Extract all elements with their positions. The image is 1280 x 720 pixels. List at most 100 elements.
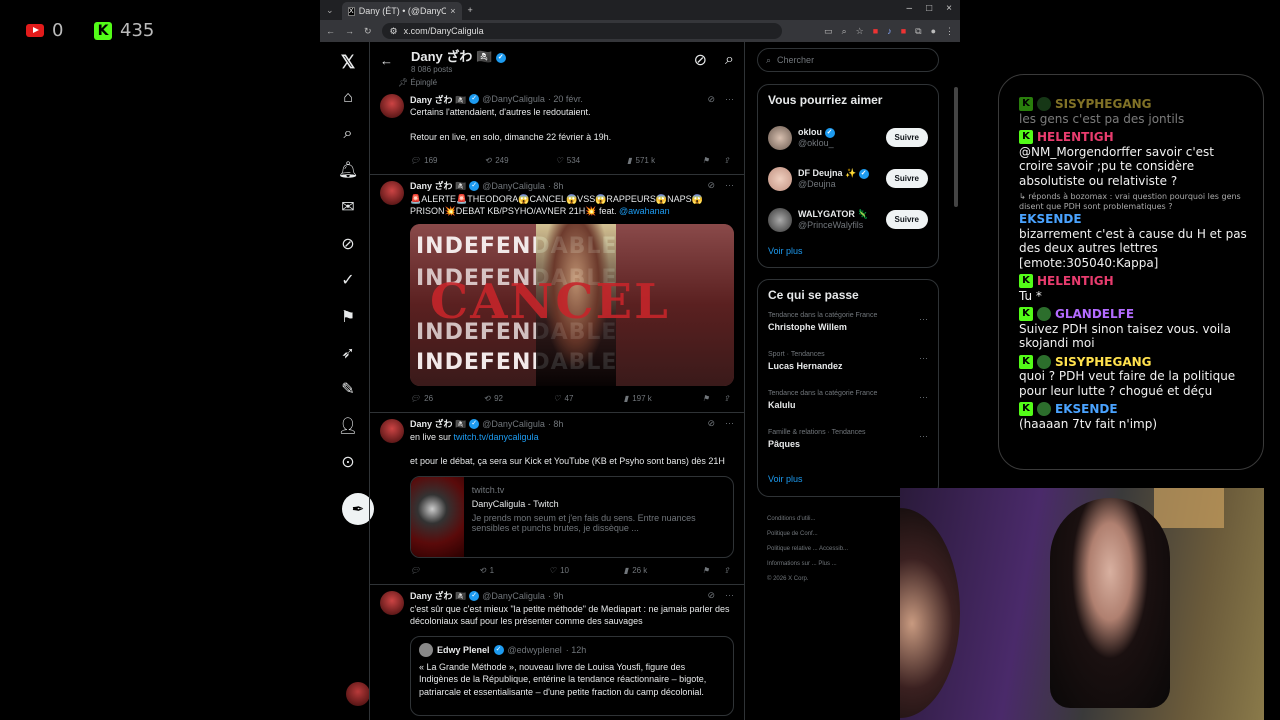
tweet-more-icon[interactable]: ··· xyxy=(725,94,734,105)
scrollbar[interactable] xyxy=(954,87,958,207)
twitch-link[interactable]: twitch.tv/danycaligula xyxy=(454,432,539,442)
tweet[interactable]: Dany ざわ 🏴‍☠️ ✓ @DanyCaligula · 8h ⊘ ··· e… xyxy=(370,413,744,585)
bookmark-icon[interactable]: ⚑ xyxy=(702,394,709,403)
tweet-more-icon[interactable]: ··· xyxy=(725,418,734,429)
site-info-icon[interactable]: ⚙ xyxy=(390,26,398,37)
communities-icon[interactable]: ✓ xyxy=(330,266,366,294)
zoom-icon[interactable]: ⌕ xyxy=(842,26,847,37)
home-icon[interactable]: ⌂ xyxy=(330,84,366,112)
tweet-time[interactable]: · 8h xyxy=(548,181,564,191)
tweet-avatar[interactable] xyxy=(380,180,404,205)
extensions-icon[interactable]: ⧉ xyxy=(915,26,921,37)
share-icon[interactable]: ⇪ xyxy=(723,566,730,575)
tweet-image[interactable]: INDEFENDABLE INDEFENDABLE INDEFENDABLE I… xyxy=(410,223,734,386)
follow-button[interactable]: Suivre xyxy=(885,210,928,229)
back-icon[interactable]: ← xyxy=(326,26,335,36)
tweet[interactable]: Dany ざわ 🏴‍☠️ ✓ @DanyCaligula · 9h ⊘ ··· c… xyxy=(370,585,744,720)
menu-icon[interactable]: ⋮ xyxy=(945,26,954,37)
bookmarks-icon[interactable]: ⚑ xyxy=(330,303,366,331)
extension-audio-icon[interactable]: ♪ xyxy=(887,26,892,37)
extension-red-icon[interactable]: ■ xyxy=(901,26,906,37)
footer-link[interactable]: Informations sur ... Plus ... xyxy=(767,557,848,572)
profile-person-icon[interactable]: 👤︎ xyxy=(330,412,366,440)
quoted-tweet[interactable]: Edwy Plenel ✓ @edwyplenel · 12h « La Gra… xyxy=(410,635,734,716)
jobs-rocket-icon[interactable]: ➶ xyxy=(330,339,366,367)
reload-icon[interactable]: ↻ xyxy=(364,26,372,37)
profile-search-icon[interactable]: ⌕ xyxy=(725,51,734,69)
repost-button[interactable]: ⟲ 249 xyxy=(485,156,509,165)
follow-button[interactable]: Suivre xyxy=(885,128,928,147)
messages-envelope-icon[interactable]: ✉ xyxy=(330,193,366,221)
tweet-time[interactable]: · 9h xyxy=(548,591,564,601)
grok-summarize-icon[interactable]: ⊘ xyxy=(694,50,707,70)
forward-icon[interactable]: → xyxy=(345,26,354,36)
notifications-bell-icon[interactable]: 🔔︎ xyxy=(330,156,366,184)
trend-more-icon[interactable]: ··· xyxy=(919,353,928,363)
search-input[interactable]: ⌕ Chercher xyxy=(757,48,939,72)
tweet[interactable]: Dany ざわ 🏴‍☠️ ✓ @DanyCaligula · 8h ⊘ ··· 🚨… xyxy=(370,175,744,413)
trend-more-icon[interactable]: ··· xyxy=(919,314,928,324)
footer-link[interactable]: Politique relative ... Accessib... xyxy=(767,542,848,557)
tweet-avatar[interactable] xyxy=(380,94,404,118)
grok-icon[interactable]: ⊘ xyxy=(707,590,715,601)
url-field[interactable]: ⚙ x.com/DanyCaligula xyxy=(381,23,782,39)
tweet-avatar[interactable] xyxy=(380,590,404,615)
trend-more-icon[interactable]: ··· xyxy=(919,431,928,441)
share-icon[interactable]: ⇪ xyxy=(723,156,730,165)
tweet-more-icon[interactable]: ··· xyxy=(725,590,734,601)
like-button[interactable]: ♡ 10 xyxy=(549,566,569,575)
grok-icon[interactable]: ⊘ xyxy=(707,418,715,429)
close-window-icon[interactable]: × xyxy=(946,3,952,14)
articles-icon[interactable]: ✎ xyxy=(330,375,366,403)
mention-link[interactable]: @awahanan xyxy=(619,206,670,216)
cast-icon[interactable]: ▭ xyxy=(824,26,833,37)
trend-item[interactable]: Tendance dans la catégorie France Kalulu ·… xyxy=(768,390,928,429)
see-more-link[interactable]: Voir plus xyxy=(768,474,928,484)
repost-button[interactable]: ⟲ 92 xyxy=(483,394,503,403)
like-button[interactable]: ♡ 534 xyxy=(556,156,581,165)
trend-item[interactable]: Sport · Tendances Lucas Hernandez ··· xyxy=(768,351,928,390)
reply-button[interactable]: 💬︎ xyxy=(410,566,424,575)
footer-link[interactable]: Politique de Conf... xyxy=(767,527,848,542)
back-arrow-icon[interactable]: ← xyxy=(380,53,393,68)
trend-more-icon[interactable]: ··· xyxy=(919,392,928,402)
bookmark-icon[interactable]: ⚑ xyxy=(702,156,709,165)
tab-x-profile[interactable]: X Dany (ÉT) • (@DanyCaligula) × xyxy=(341,2,462,20)
tweet-handle[interactable]: @DanyCaligula xyxy=(482,94,545,104)
extension-pdf-icon[interactable]: ■ xyxy=(873,26,878,37)
share-icon[interactable]: ⇪ xyxy=(723,394,730,403)
views-button[interactable]: ▮ 197 k xyxy=(624,394,652,403)
tweet-author-name[interactable]: Dany ざわ 🏴‍☠️ xyxy=(410,417,466,430)
reply-button[interactable]: 💬︎ 26 xyxy=(410,394,433,403)
more-icon[interactable]: ⊙ xyxy=(330,448,366,476)
tab-list-icon[interactable]: ⌄ xyxy=(326,5,334,16)
x-logo-icon[interactable]: 𝕏 xyxy=(330,48,366,76)
like-button[interactable]: ♡ 47 xyxy=(553,394,573,403)
tweet-more-icon[interactable]: ··· xyxy=(725,180,734,191)
views-button[interactable]: ▮ 571 k xyxy=(627,156,655,165)
minimize-icon[interactable]: – xyxy=(907,3,913,14)
tweet-author-name[interactable]: Dany ざわ 🏴‍☠️ xyxy=(410,93,466,106)
tweet-time[interactable]: · 20 févr. xyxy=(548,94,583,104)
profile-icon[interactable]: ● xyxy=(931,26,936,37)
trend-item[interactable]: Tendance dans la catégorie France Christo… xyxy=(768,312,928,351)
bookmark-icon[interactable]: ⚑ xyxy=(702,566,709,575)
follow-suggestion[interactable]: DF Deujna ✨ ✓ @Deujna Suivre xyxy=(768,158,928,199)
explore-search-icon[interactable]: ⌕ xyxy=(330,120,366,148)
grok-icon[interactable]: ⊘ xyxy=(707,180,715,191)
link-card[interactable]: twitch.tv DanyCaligula - Twitch Je prend… xyxy=(410,475,734,558)
new-tab-icon[interactable]: + xyxy=(468,5,473,15)
tweet-handle[interactable]: @DanyCaligula xyxy=(482,591,545,601)
views-button[interactable]: ▮ 26 k xyxy=(624,566,648,575)
tweet-author-name[interactable]: Dany ざわ 🏴‍☠️ xyxy=(410,589,466,602)
tweet[interactable]: Dany ざわ 🏴‍☠️ ✓ @DanyCaligula · 20 févr. … xyxy=(370,88,744,175)
tab-close-icon[interactable]: × xyxy=(450,6,455,16)
follow-suggestion[interactable]: oklou ✓ @oklou_ Suivre xyxy=(768,117,928,158)
account-avatar[interactable] xyxy=(346,682,370,706)
see-more-link[interactable]: Voir plus xyxy=(768,246,928,256)
repost-button[interactable]: ⟲ 1 xyxy=(479,566,494,575)
grok-icon[interactable]: ⊘ xyxy=(330,230,366,258)
tweet-handle[interactable]: @DanyCaligula xyxy=(482,419,545,429)
tweet-handle[interactable]: @DanyCaligula xyxy=(482,181,545,191)
follow-button[interactable]: Suivre xyxy=(885,169,928,188)
